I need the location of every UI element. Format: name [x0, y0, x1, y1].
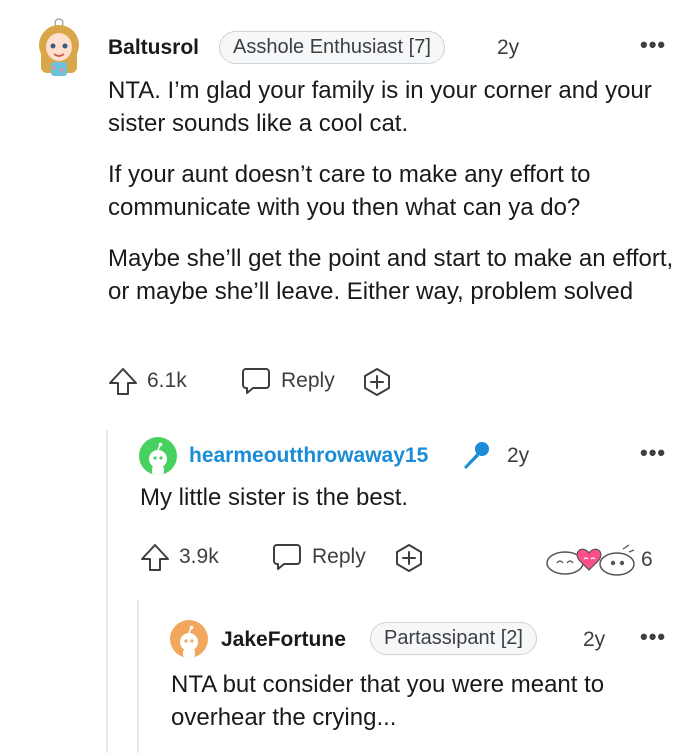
reply-label: Reply [281, 369, 335, 392]
thread-line[interactable] [137, 600, 139, 753]
reply-bubble-icon [240, 366, 272, 396]
username[interactable]: JakeFortune [221, 628, 346, 652]
award-plus-icon[interactable] [393, 542, 425, 579]
snoo-avatar-icon [149, 442, 167, 475]
more-options-icon[interactable]: ••• [640, 440, 666, 466]
thread-line[interactable] [106, 430, 108, 753]
user-avatar-icon [39, 18, 79, 76]
reply-button[interactable]: Reply [271, 542, 366, 572]
avatar[interactable] [170, 620, 208, 658]
avatar[interactable] [139, 437, 177, 475]
comment-body: NTA but consider that you were meant to … [171, 671, 605, 731]
snoo-avatar-icon [180, 625, 198, 658]
avatar[interactable] [36, 18, 82, 80]
comment-body: My little sister is the best. [140, 484, 409, 511]
more-options-icon[interactable]: ••• [640, 624, 666, 650]
vote-area: 6.1k [107, 366, 187, 396]
reply-button[interactable]: Reply [240, 366, 335, 396]
timestamp: 2y [497, 36, 520, 59]
more-options-icon[interactable]: ••• [640, 32, 666, 58]
vote-area: 3.9k [139, 542, 219, 572]
upvote-icon[interactable] [107, 366, 139, 396]
comment-paragraph: If your aunt doesn’t care to make any ef… [108, 161, 591, 221]
awards-icon [543, 543, 639, 577]
upvote-icon[interactable] [139, 542, 171, 572]
username[interactable]: hearmeoutthrowaway15 [189, 444, 428, 468]
vote-score: 3.9k [179, 545, 219, 568]
vote-score: 6.1k [147, 369, 187, 392]
reply-bubble-icon [271, 542, 303, 572]
timestamp: 2y [583, 628, 606, 651]
reply-label: Reply [312, 545, 366, 568]
award-plus-icon[interactable] [361, 366, 393, 403]
microphone-icon [458, 438, 494, 479]
awards-area[interactable]: 6 [543, 543, 653, 577]
user-flair: Partassipant [2] [370, 622, 537, 655]
comment-paragraph: NTA. I’m glad your family is in your cor… [108, 77, 652, 137]
comment-body: NTA. I’m glad your family is in your cor… [108, 74, 678, 308]
awards-count: 6 [641, 548, 653, 571]
timestamp: 2y [507, 444, 530, 467]
user-flair: Asshole Enthusiast [7] [219, 31, 445, 64]
comment-paragraph: Maybe she’ll get the point and start to … [108, 245, 674, 305]
username[interactable]: Baltusrol [108, 36, 199, 60]
